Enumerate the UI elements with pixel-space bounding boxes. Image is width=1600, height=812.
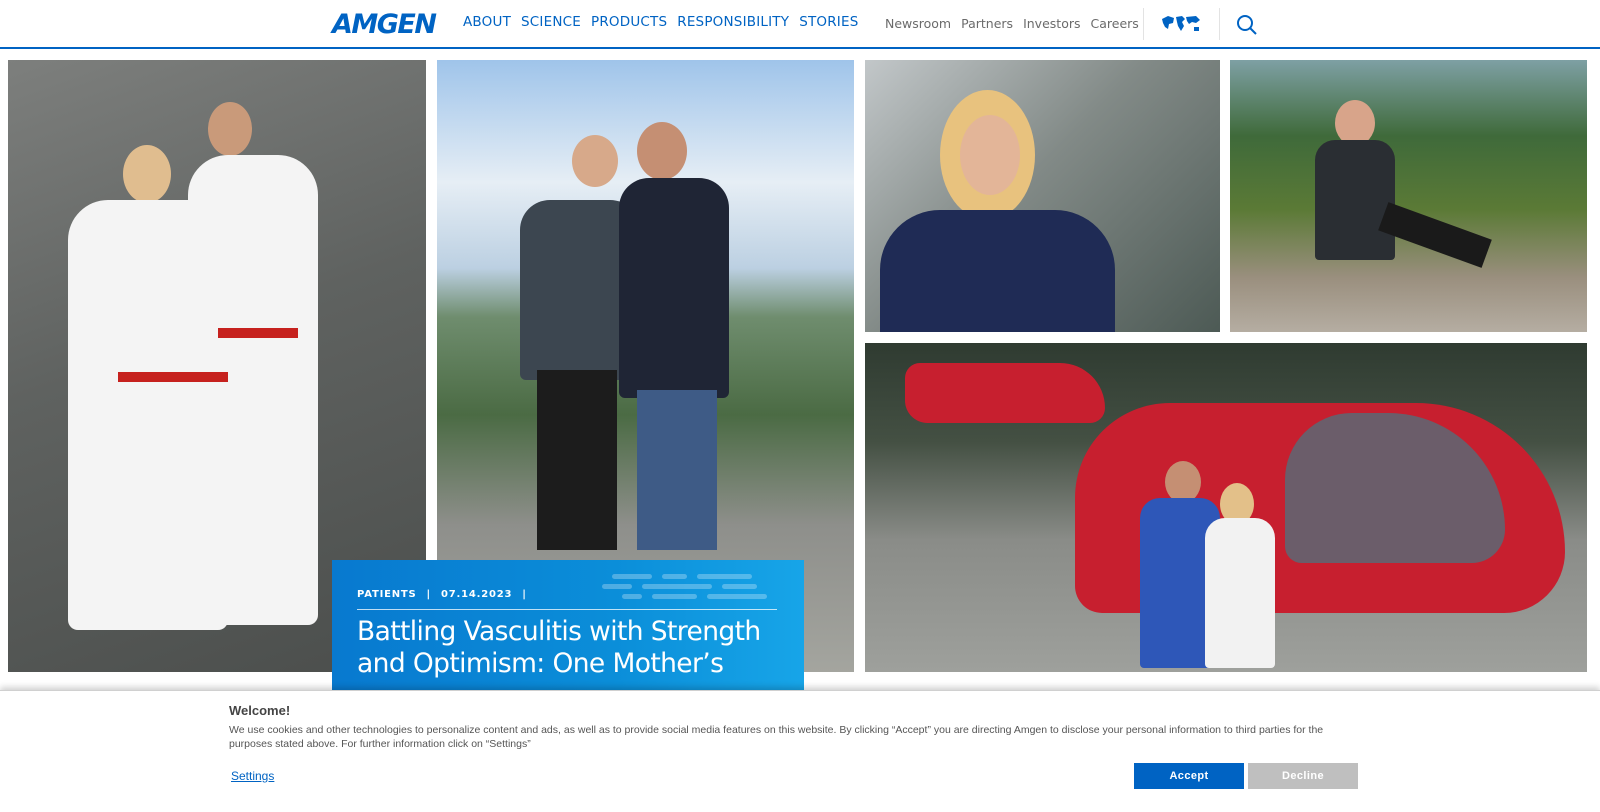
photo-woman-summit [1230,60,1587,332]
photo-detail [637,122,687,180]
photo-detail [537,370,617,550]
amgen-logo[interactable]: AMGEN [332,9,437,40]
cookie-text: We use cookies and other technologies to… [229,724,1324,750]
nav-products[interactable]: PRODUCTS [591,14,667,30]
nav-newsroom[interactable]: Newsroom [885,16,951,31]
photo-detail [118,372,228,382]
photo-detail [1378,202,1492,268]
nav-careers[interactable]: Careers [1091,16,1139,31]
nav-partners[interactable]: Partners [961,16,1013,31]
story-category[interactable]: PATIENTS [357,589,417,600]
cookie-settings-link[interactable]: Settings [231,769,274,783]
photo-detail [68,200,228,630]
meta-separator: | [522,589,527,600]
photo-detail [637,390,717,550]
photo-detail [218,328,298,338]
site-header: AMGEN ABOUT SCIENCE PRODUCTS RESPONSIBIL… [0,0,1600,49]
photo-detail [572,135,618,187]
photo-detail [905,363,1105,423]
photo-detail [960,115,1020,195]
nav-stories[interactable]: STORIES [799,14,858,30]
cookie-title: Welcome! [229,703,291,718]
nav-science[interactable]: SCIENCE [521,14,581,30]
nav-about[interactable]: ABOUT [463,14,511,30]
story-date: 07.14.2023 [441,589,513,600]
photo-detail [1205,518,1275,668]
utility-nav: Newsroom Partners Investors Careers [885,16,1139,31]
photo-detail [880,210,1115,332]
featured-story-card[interactable]: PATIENTS | 07.14.2023 | Battling Vasculi… [332,560,804,700]
main-nav: ABOUT SCIENCE PRODUCTS RESPONSIBILITY ST… [463,14,859,30]
header-divider [1219,8,1220,40]
header-divider [1143,8,1144,40]
photo-detail [208,102,252,156]
search-icon[interactable] [1236,14,1258,41]
card-rule [357,609,777,610]
meta-separator: | [426,589,431,600]
photo-couple-helicopter [865,343,1587,672]
nav-investors[interactable]: Investors [1023,16,1080,31]
story-title[interactable]: Battling Vasculitis with Strength and Op… [357,616,787,680]
nav-responsibility[interactable]: RESPONSIBILITY [677,14,789,30]
photo-detail [123,145,171,203]
cookie-banner: Welcome! We use cookies and other techno… [0,690,1600,812]
photo-detail [1165,461,1201,503]
card-decoration [602,572,792,602]
photo-detail [1315,140,1395,260]
decline-button[interactable]: Decline [1248,763,1358,789]
story-meta: PATIENTS | 07.14.2023 | [357,589,527,600]
photo-woman-portrait [865,60,1220,332]
photo-detail [619,178,729,398]
accept-button[interactable]: Accept [1134,763,1244,789]
world-map-icon[interactable] [1160,14,1202,39]
